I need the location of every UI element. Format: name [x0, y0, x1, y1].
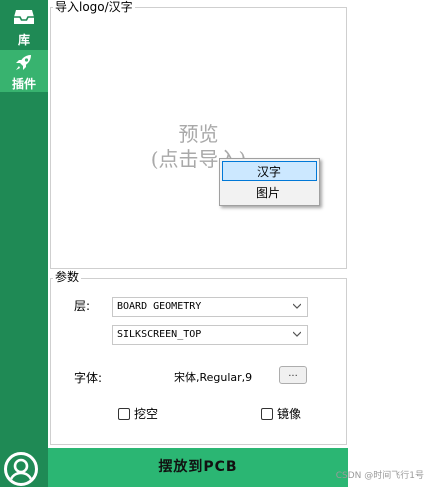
font-label: 字体:	[74, 371, 103, 385]
font-picker-button[interactable]: ...	[279, 366, 307, 384]
chevron-down-icon	[293, 303, 301, 309]
menu-item-chinese-text[interactable]: 汉字	[222, 161, 317, 181]
carve-checkbox[interactable]	[118, 408, 130, 420]
params-group-title: 参数	[53, 270, 82, 284]
sidebar-item-plugins[interactable]: 插件	[0, 50, 48, 92]
preview-area[interactable]: 预览 (点击导入)	[51, 15, 346, 268]
menu-item-label: 图片	[256, 186, 281, 200]
font-value: 宋体,Regular,9	[174, 371, 253, 384]
preview-label: 预览	[178, 122, 219, 146]
mirror-checkbox[interactable]	[261, 408, 273, 420]
carve-label: 挖空	[134, 407, 159, 421]
rocket-icon	[16, 55, 31, 70]
menu-item-label: 汉字	[257, 165, 282, 179]
user-avatar-icon[interactable]	[4, 452, 38, 486]
layer-class-value: BOARD GEOMETRY	[117, 301, 202, 312]
import-group-title: 导入logo/汉字	[53, 0, 135, 14]
tray-icon	[14, 10, 34, 24]
plugin-panel: 导入logo/汉字 预览 (点击导入) 参数 层: BOARD GEOMETRY…	[48, 0, 428, 487]
chevron-down-icon	[293, 331, 301, 337]
sidebar-item-label: 库	[17, 33, 30, 47]
menu-item-image[interactable]: 图片	[222, 183, 317, 203]
sidebar-item-label: 插件	[11, 77, 36, 91]
layer-label: 层:	[74, 299, 91, 313]
context-menu: 汉字 图片	[219, 158, 320, 206]
layer-subclass-value: SILKSCREEN_TOP	[117, 329, 202, 340]
layer-class-select[interactable]: BOARD GEOMETRY	[112, 297, 308, 317]
sidebar: 库 插件	[0, 0, 48, 487]
layer-subclass-select[interactable]: SILKSCREEN_TOP	[112, 325, 308, 345]
place-to-pcb-button[interactable]: 摆放到PCB	[48, 448, 348, 487]
watermark: CSDN @时间飞行1号	[335, 471, 424, 481]
sidebar-item-library[interactable]: 库	[0, 6, 48, 48]
mirror-label: 镜像	[277, 407, 302, 421]
